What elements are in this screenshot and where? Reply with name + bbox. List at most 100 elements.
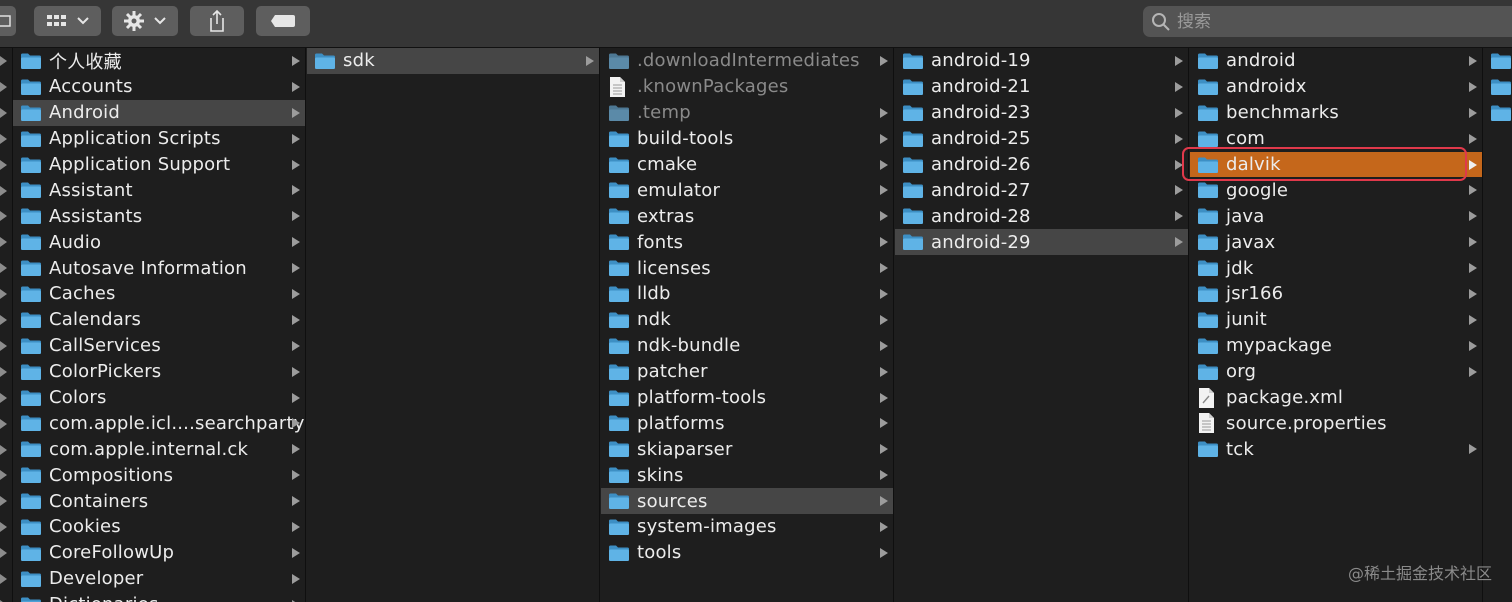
folder-row[interactable]: CallServices: [13, 333, 305, 359]
disclosure-arrow-icon: [0, 237, 7, 248]
folder-row[interactable]: .downloadIntermediates: [601, 48, 893, 74]
column-4[interactable]: android-19 android-21 android-23 android-25…: [895, 48, 1189, 602]
folder-row[interactable]: com.apple.internal.ck: [13, 436, 305, 462]
disclosure-arrow-icon: [1469, 185, 1477, 196]
disclosure-arrow-icon: [880, 366, 888, 377]
folder-row[interactable]: fonts: [601, 229, 893, 255]
column-1[interactable]: 个人收藏 Accounts Android Application Scripts Ap…: [13, 48, 306, 602]
folder-row[interactable]: skiaparser: [601, 436, 893, 462]
disclosure-arrow-icon: [880, 340, 888, 351]
folder-row[interactable]: patcher: [601, 359, 893, 385]
folder-row[interactable]: skins: [601, 462, 893, 488]
item-label: androidx: [1226, 76, 1307, 98]
sidebar-toggle-button[interactable]: [0, 6, 16, 36]
folder-row[interactable]: Application Support: [13, 152, 305, 178]
disclosure-arrow-icon: [292, 392, 300, 403]
folder-row[interactable]: jsr166: [1190, 281, 1482, 307]
folder-row[interactable]: google: [1190, 177, 1482, 203]
folder-row[interactable]: benchmarks: [1190, 100, 1482, 126]
folder-row[interactable]: Android: [13, 99, 305, 126]
action-menu-button[interactable]: [112, 6, 178, 36]
folder-row[interactable]: tools: [601, 540, 893, 566]
search-field[interactable]: [1143, 6, 1512, 37]
folder-row[interactable]: sdk: [307, 48, 599, 74]
folder-row[interactable]: Cookies: [13, 514, 305, 540]
folder-row[interactable]: android-28: [895, 203, 1188, 229]
folder-row[interactable]: Dictionaries: [13, 592, 305, 602]
search-input[interactable]: [1175, 10, 1479, 33]
folder-row[interactable]: [1484, 100, 1512, 126]
xml-file-icon: [1197, 387, 1221, 408]
view-options-button[interactable]: [34, 6, 101, 36]
folder-row[interactable]: licenses: [601, 255, 893, 281]
folder-row[interactable]: ColorPickers: [13, 359, 305, 385]
disclosure-arrow-icon: [1175, 107, 1183, 118]
folder-row[interactable]: mypackage: [1190, 333, 1482, 359]
folder-row[interactable]: android-19: [895, 48, 1188, 74]
folder-row[interactable]: android-29: [895, 229, 1188, 256]
folder-row[interactable]: Caches: [13, 281, 305, 307]
folder-row[interactable]: platforms: [601, 410, 893, 436]
folder-row[interactable]: android-26: [895, 152, 1188, 178]
folder-row[interactable]: emulator: [601, 177, 893, 203]
column-2[interactable]: sdk: [307, 48, 600, 602]
folder-row[interactable]: sources: [601, 488, 893, 515]
column-5[interactable]: android androidx benchmarks com dalvik google…: [1190, 48, 1483, 602]
folder-row[interactable]: ndk: [601, 307, 893, 333]
folder-row[interactable]: Autosave Information: [13, 255, 305, 281]
folder-row[interactable]: platform-tools: [601, 385, 893, 411]
file-row[interactable]: source.properties: [1190, 410, 1482, 436]
folder-row[interactable]: Compositions: [13, 462, 305, 488]
folder-row[interactable]: [1484, 74, 1512, 100]
folder-icon: [20, 206, 44, 226]
disclosure-arrow-icon: [880, 418, 888, 429]
folder-row[interactable]: android-21: [895, 74, 1188, 100]
tags-button[interactable]: [256, 6, 310, 36]
folder-row[interactable]: .temp: [601, 100, 893, 126]
folder-row[interactable]: Assistants: [13, 203, 305, 229]
folder-row[interactable]: cmake: [601, 152, 893, 178]
item-label: junit: [1226, 309, 1267, 331]
folder-row[interactable]: CoreFollowUp: [13, 540, 305, 566]
folder-row[interactable]: Calendars: [13, 307, 305, 333]
folder-row[interactable]: Accounts: [13, 74, 305, 100]
folder-row[interactable]: Audio: [13, 229, 305, 255]
folder-row[interactable]: android-23: [895, 100, 1188, 126]
folder-row[interactable]: Assistant: [13, 177, 305, 203]
folder-icon: [20, 77, 44, 97]
folder-row[interactable]: java: [1190, 203, 1482, 229]
folder-row[interactable]: android-27: [895, 177, 1188, 203]
folder-row[interactable]: android: [1190, 48, 1482, 74]
folder-row[interactable]: junit: [1190, 307, 1482, 333]
disclosure-arrow-icon: [0, 289, 7, 300]
folder-row[interactable]: 个人收藏: [13, 48, 305, 74]
folder-row[interactable]: com.apple.icl....searchpartyd: [13, 410, 305, 436]
folder-row[interactable]: Containers: [13, 488, 305, 514]
folder-icon: [608, 491, 632, 511]
watermark: @稀土掘金技术社区: [1347, 564, 1492, 583]
folder-row[interactable]: ndk-bundle: [601, 333, 893, 359]
folder-row[interactable]: Application Scripts: [13, 126, 305, 152]
folder-row[interactable]: org: [1190, 359, 1482, 385]
folder-row[interactable]: javax: [1190, 229, 1482, 255]
item-label: skiaparser: [637, 438, 733, 460]
folder-row[interactable]: lldb: [601, 281, 893, 307]
file-row[interactable]: package.xml: [1190, 385, 1482, 411]
folder-row[interactable]: build-tools: [601, 126, 893, 152]
folder-row[interactable]: system-images: [601, 514, 893, 540]
folder-row[interactable]: android-25: [895, 126, 1188, 152]
share-button[interactable]: [190, 6, 244, 36]
file-row[interactable]: .knownPackages: [601, 74, 893, 100]
folder-row[interactable]: Developer: [13, 566, 305, 592]
column-3[interactable]: .downloadIntermediates .knownPackages .tem…: [601, 48, 894, 602]
folder-row[interactable]: tck: [1190, 436, 1482, 462]
folder-row[interactable]: jdk: [1190, 255, 1482, 281]
folder-row[interactable]: extras: [601, 203, 893, 229]
folder-icon: [20, 491, 44, 511]
folder-row[interactable]: Colors: [13, 385, 305, 411]
column-6[interactable]: [1484, 48, 1512, 602]
folder-row[interactable]: androidx: [1190, 74, 1482, 100]
disclosure-arrow-icon: [0, 444, 7, 455]
item-label: ColorPickers: [49, 361, 162, 383]
folder-row[interactable]: [1484, 48, 1512, 74]
